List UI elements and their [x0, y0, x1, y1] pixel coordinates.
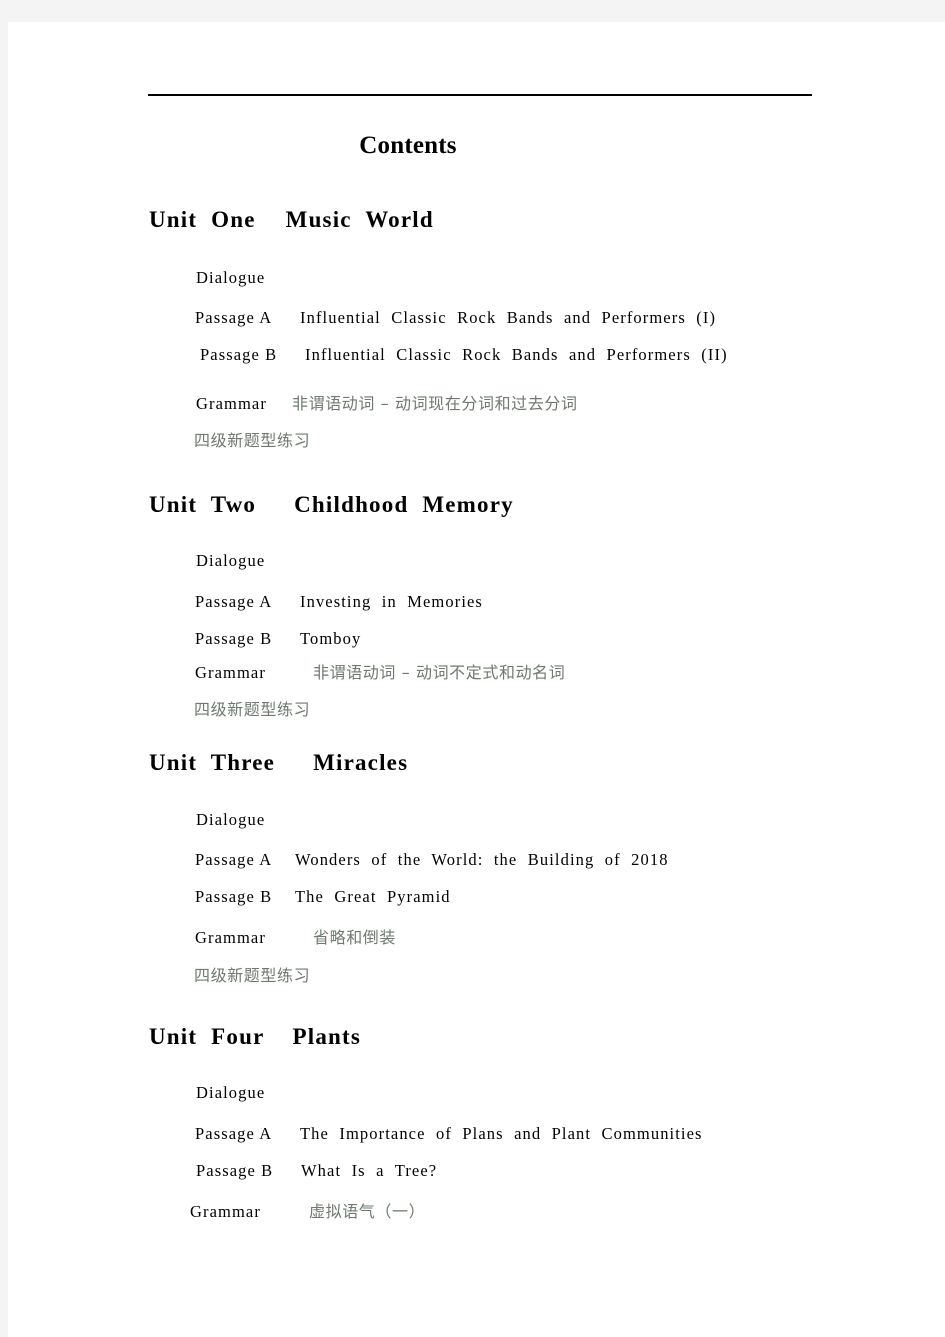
unit-heading-two: Unit Two Childhood Memory — [149, 492, 514, 518]
entry-value: Tomboy — [300, 629, 362, 648]
page-title: Contents — [359, 132, 457, 159]
unit-number: Unit Three — [149, 750, 276, 775]
unit-heading-three: Unit Three Miracles — [149, 750, 408, 776]
entry-value: The Great Pyramid — [295, 887, 451, 906]
entry-label: Dialogue — [196, 268, 266, 287]
entry-label: Grammar — [195, 663, 266, 682]
entry-passage-a: Passage A The Importance of Plans and Pla… — [195, 1124, 703, 1144]
entry-grammar: Grammar 省略和倒装 — [195, 924, 396, 948]
unit-number: Unit One — [149, 207, 256, 232]
entry-label: Grammar — [190, 1202, 261, 1221]
entry-value: What Is a Tree? — [301, 1161, 438, 1180]
entry-passage-b: Passage B Tomboy — [195, 629, 361, 649]
entry-passage-b: Passage B The Great Pyramid — [195, 887, 451, 907]
unit-heading-four: Unit Four Plants — [149, 1024, 361, 1050]
entry-passage-a: Passage A Influential Classic Rock Bands … — [195, 308, 716, 328]
entry-dialogue: Dialogue — [196, 810, 265, 830]
entry-value: The Importance of Plans and Plant Commun… — [300, 1124, 703, 1143]
unit-title: Plants — [292, 1024, 362, 1049]
entry-value: Influential Classic Rock Bands and Perfo… — [305, 345, 728, 364]
header-rule — [148, 94, 812, 96]
entry-label: Passage A — [195, 592, 273, 611]
entry-dialogue: Dialogue — [196, 1083, 265, 1103]
unit-heading-one: Unit One Music World — [149, 207, 434, 233]
entry-label: Dialogue — [196, 810, 266, 829]
entry-label: Passage B — [195, 887, 273, 906]
entry-value-chinese: 虚拟语气（一） — [309, 1202, 426, 1221]
page-content-area: Contents Unit One Music World Dialogue Pa… — [8, 22, 945, 1337]
entry-label: Passage A — [195, 850, 273, 869]
entry-label: Passage B — [195, 629, 273, 648]
entry-dialogue: Dialogue — [196, 268, 265, 288]
document-page: Contents Unit One Music World Dialogue Pa… — [8, 22, 945, 1337]
unit-footer-chinese: 四级新题型练习 — [194, 700, 311, 719]
entry-value-chinese: 非谓语动词 – 动词不定式和动名词 — [313, 663, 566, 682]
entry-label: Passage A — [195, 308, 273, 327]
entry-label: Grammar — [196, 394, 267, 413]
entry-grammar: Grammar 非谓语动词 – 动词不定式和动名词 — [195, 659, 565, 683]
entry-label: Dialogue — [196, 551, 266, 570]
entry-value: Influential Classic Rock Bands and Perfo… — [300, 308, 717, 327]
entry-grammar: Grammar 虚拟语气（一） — [190, 1198, 425, 1222]
unit-footer-chinese: 四级新题型练习 — [194, 431, 311, 450]
unit-number: Unit Two — [149, 492, 257, 517]
entry-value: Investing in Memories — [300, 592, 483, 611]
unit-title: Childhood Memory — [294, 492, 514, 517]
unit-footer-chinese: 四级新题型练习 — [194, 966, 311, 985]
entry-passage-b: Passage B What Is a Tree? — [196, 1161, 437, 1181]
entry-dialogue: Dialogue — [196, 551, 265, 571]
entry-value-chinese: 非谓语动词 – 动词现在分词和过去分词 — [292, 394, 578, 413]
entry-label: Passage B — [200, 345, 278, 364]
unit-number: Unit Four — [149, 1024, 265, 1049]
entry-passage-a: Passage A Wonders of the World: the Build… — [195, 850, 669, 870]
unit-title: Miracles — [313, 750, 409, 775]
entry-label: Grammar — [195, 928, 266, 947]
entry-label: Passage B — [196, 1161, 274, 1180]
entry-passage-a: Passage A Investing in Memories — [195, 592, 483, 612]
entry-grammar: Grammar 非谓语动词 – 动词现在分词和过去分词 — [196, 390, 578, 414]
entry-label: Dialogue — [196, 1083, 266, 1102]
entry-value-chinese: 省略和倒装 — [313, 928, 397, 947]
entry-value: Wonders of the World: the Building of 20… — [295, 850, 669, 869]
entry-passage-b: Passage B Influential Classic Rock Bands … — [200, 345, 728, 365]
unit-title: Music World — [285, 207, 434, 232]
entry-label: Passage A — [195, 1124, 273, 1143]
